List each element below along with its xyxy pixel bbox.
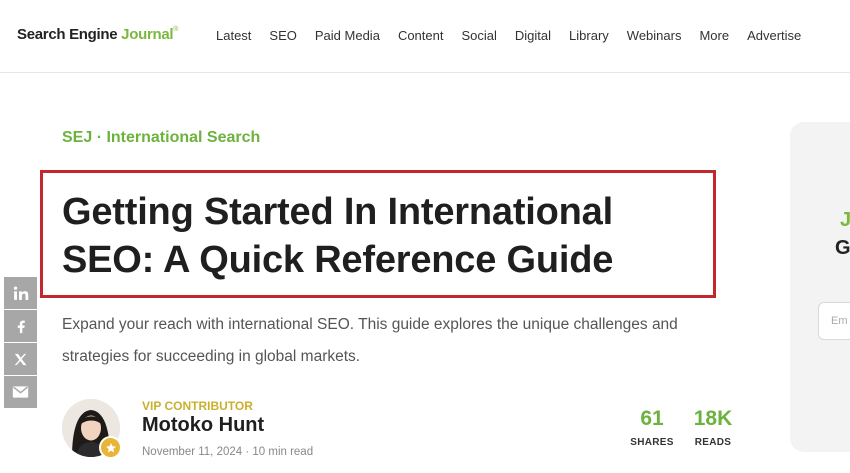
article-meta: November 11, 2024 · 10 min read (142, 446, 314, 458)
newsletter-email-input[interactable]: Em (818, 302, 850, 340)
star-icon (105, 442, 116, 452)
nav-digital[interactable]: Digital (515, 28, 551, 43)
email-share-button[interactable] (4, 376, 37, 408)
linkedin-icon (13, 286, 29, 300)
email-icon (12, 386, 29, 398)
site-header: Search Engine Journal® Latest SEO Paid M… (0, 0, 850, 73)
share-rail (4, 277, 37, 409)
article-summary: Expand your reach with international SEO… (62, 316, 678, 365)
article-category[interactable]: SEJ · International Search (62, 129, 260, 147)
logo-accent: Journal (121, 26, 174, 43)
shares-count: 61 (640, 407, 664, 430)
shares-label: SHARES (630, 437, 674, 448)
logo-mark: ® (173, 26, 179, 33)
facebook-icon (17, 320, 25, 333)
nav-seo[interactable]: SEO (269, 28, 296, 43)
nav-content[interactable]: Content (398, 28, 444, 43)
nav-advertise[interactable]: Advertise (747, 28, 801, 43)
nav-webinars[interactable]: Webinars (627, 28, 682, 43)
card-heading: G (835, 237, 850, 259)
vip-badge (99, 436, 122, 459)
nav-library[interactable]: Library (569, 28, 609, 43)
nav-latest[interactable]: Latest (216, 28, 251, 43)
card-heading-accent: J (840, 209, 850, 231)
article-title: Getting Started In International SEO: A … (62, 191, 614, 281)
reads-label: READS (694, 437, 732, 448)
author-name[interactable]: Motoko Hunt (142, 414, 264, 437)
nav-social[interactable]: Social (461, 28, 496, 43)
newsletter-card: J G Em (790, 122, 850, 452)
x-share-button[interactable] (4, 343, 37, 375)
site-logo[interactable]: Search Engine Journal® (17, 26, 178, 43)
x-icon (14, 353, 27, 365)
facebook-share-button[interactable] (4, 310, 37, 342)
logo-text: Search Engine (17, 26, 122, 43)
linkedin-share-button[interactable] (4, 277, 37, 309)
reads-count: 18K (693, 407, 733, 430)
nav-more[interactable]: More (699, 28, 729, 43)
contributor-label: VIP CONTRIBUTOR (142, 399, 253, 413)
main-nav: Latest SEO Paid Media Content Social Dig… (216, 28, 801, 43)
reads-stat: 18K READS (688, 407, 738, 448)
nav-paid-media[interactable]: Paid Media (315, 28, 380, 43)
shares-stat: 61 SHARES (628, 407, 676, 448)
